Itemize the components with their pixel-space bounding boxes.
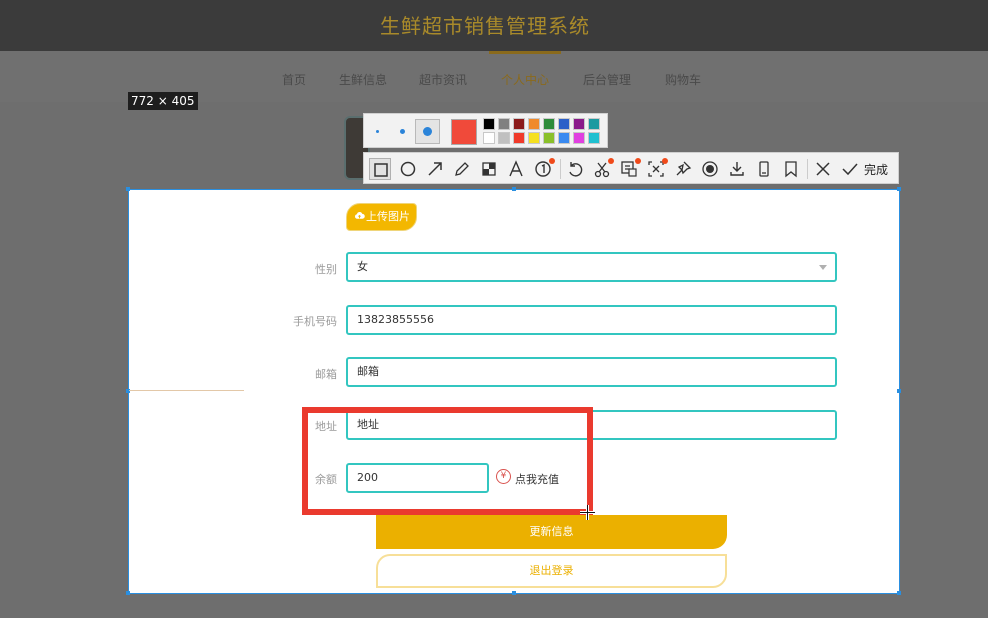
screenshot-selection[interactable]: 上传图片 性别 女 手机号码 13823855556 邮箱 邮箱 地址 地址 余… — [126, 187, 901, 595]
color-swatch[interactable] — [558, 132, 570, 144]
move-cursor-icon — [580, 505, 595, 520]
pen-size-small[interactable] — [376, 130, 379, 133]
nav-item-news[interactable]: 超市资讯 — [419, 71, 467, 88]
resize-handle[interactable] — [897, 389, 901, 393]
number-tool-icon[interactable] — [532, 158, 555, 180]
color-swatch[interactable] — [483, 118, 495, 130]
screenshot-toolbar: 完成 — [363, 152, 899, 184]
pen-size-medium[interactable] — [400, 129, 405, 134]
pen-size-large-dot — [423, 127, 432, 136]
nav-active-indicator — [489, 51, 561, 54]
nav-item-cart[interactable]: 购物车 — [665, 71, 701, 88]
undo-tool-icon[interactable] — [564, 158, 586, 180]
upload-image-label: 上传图片 — [366, 210, 410, 223]
confirm-check-icon[interactable] — [839, 158, 861, 180]
color-swatch[interactable] — [528, 118, 540, 130]
red-rectangle-annotation[interactable] — [302, 407, 593, 515]
resize-handle[interactable] — [897, 187, 901, 191]
record-tool-icon[interactable] — [699, 158, 721, 180]
color-swatch[interactable] — [528, 132, 540, 144]
color-swatch[interactable] — [498, 132, 510, 144]
color-swatch[interactable] — [513, 118, 525, 130]
done-button[interactable]: 完成 — [864, 161, 888, 178]
color-swatch[interactable] — [543, 118, 555, 130]
resize-handle[interactable] — [512, 591, 516, 595]
ocr-tool-icon[interactable] — [618, 158, 641, 180]
resize-handle[interactable] — [126, 591, 130, 595]
phone-label: 手机号码 — [293, 315, 337, 328]
color-swatch[interactable] — [543, 132, 555, 144]
gender-label: 性别 — [315, 263, 337, 276]
chevron-down-icon — [819, 265, 827, 270]
toolbar-divider — [560, 159, 561, 179]
resize-handle[interactable] — [897, 591, 901, 595]
nav-item-fresh-info[interactable]: 生鲜信息 — [339, 71, 387, 88]
email-label: 邮箱 — [315, 368, 337, 381]
resize-handle[interactable] — [512, 187, 516, 191]
pen-size-large[interactable] — [415, 119, 440, 144]
color-swatch[interactable] — [483, 132, 495, 144]
save-mobile-tool-icon[interactable] — [753, 158, 775, 180]
nav-item-profile[interactable]: 个人中心 — [501, 71, 549, 88]
color-toolbar — [363, 113, 608, 148]
pencil-tool-icon[interactable] — [451, 158, 473, 180]
site-title: 生鲜超市销售管理系统 — [380, 14, 590, 38]
clip-tool-icon[interactable] — [591, 158, 614, 180]
translate-tool-icon[interactable] — [645, 158, 668, 180]
arrow-tool-icon[interactable] — [424, 158, 446, 180]
color-swatch[interactable] — [573, 118, 585, 130]
color-swatch[interactable] — [513, 132, 525, 144]
translate-tool-badge — [662, 158, 668, 164]
update-info-button[interactable]: 更新信息 — [376, 515, 727, 549]
mosaic-tool-icon[interactable] — [478, 158, 500, 180]
text-tool-icon[interactable] — [505, 158, 527, 180]
logout-button[interactable]: 退出登录 — [376, 554, 727, 588]
color-swatch[interactable] — [558, 118, 570, 130]
color-swatch[interactable] — [573, 132, 585, 144]
bookmark-tool-icon[interactable] — [780, 158, 802, 180]
toolbar-divider — [807, 159, 808, 179]
ellipse-tool-icon[interactable] — [397, 158, 419, 180]
clip-tool-badge — [608, 158, 614, 164]
resize-handle[interactable] — [126, 187, 130, 191]
number-tool-badge — [549, 158, 555, 164]
download-tool-icon[interactable] — [726, 158, 748, 180]
upload-image-button[interactable]: 上传图片 — [346, 203, 417, 231]
header-bar: 生鲜超市销售管理系统 — [0, 0, 988, 51]
ocr-tool-badge — [635, 158, 641, 164]
gender-value: 女 — [357, 260, 368, 273]
cloud-upload-icon — [354, 211, 365, 219]
color-swatch[interactable] — [588, 118, 600, 130]
rectangle-tool-icon[interactable] — [369, 158, 391, 180]
color-swatch[interactable] — [588, 132, 600, 144]
divider-line — [129, 390, 244, 391]
color-swatch[interactable] — [498, 118, 510, 130]
pin-tool-icon[interactable] — [672, 158, 694, 180]
nav-item-admin[interactable]: 后台管理 — [583, 71, 631, 88]
email-input[interactable]: 邮箱 — [346, 357, 837, 387]
gender-select[interactable]: 女 — [346, 252, 837, 282]
current-color-swatch[interactable] — [451, 119, 477, 145]
selection-size-badge: 772 × 405 — [128, 92, 198, 110]
phone-input[interactable]: 13823855556 — [346, 305, 837, 335]
cancel-tool-icon[interactable] — [812, 158, 834, 180]
nav-item-home[interactable]: 首页 — [282, 71, 306, 88]
